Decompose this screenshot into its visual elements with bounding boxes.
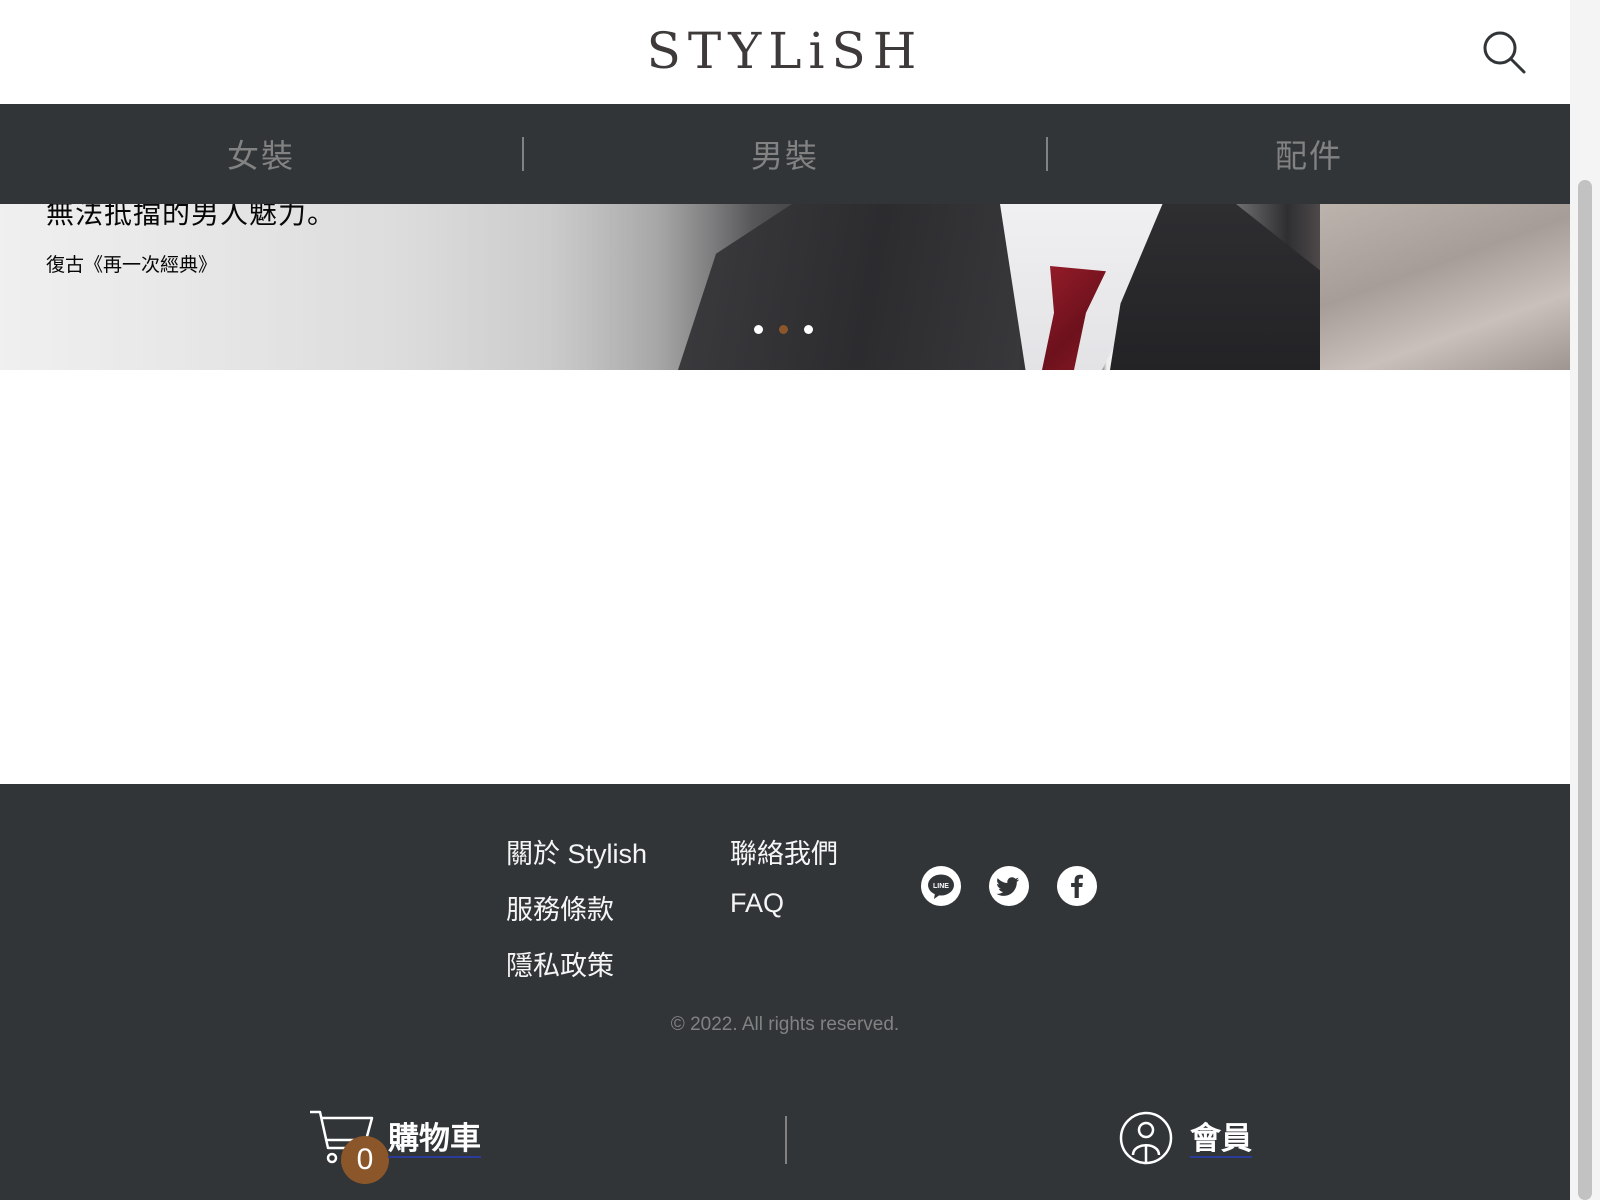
- hero-carousel[interactable]: 無法抵擋的男人魅力。 復古《再一次經典》: [0, 204, 1570, 370]
- member-icon: [1119, 1111, 1173, 1165]
- footer-link-about[interactable]: 關於 Stylish: [506, 832, 647, 871]
- cart-count-badge: 0: [341, 1136, 389, 1184]
- hero-image-wall: [1320, 204, 1570, 370]
- site-logo[interactable]: STYLiSH: [0, 22, 1570, 80]
- facebook-icon: [1071, 874, 1083, 898]
- site-header: STYLiSH: [0, 0, 1570, 104]
- cart-button[interactable]: 0 購物車: [308, 1106, 488, 1186]
- footer-link-contact[interactable]: 聯絡我們: [730, 832, 838, 871]
- category-nav: 女裝 男裝 配件: [0, 104, 1570, 204]
- search-button[interactable]: [1480, 28, 1530, 78]
- nav-item-women[interactable]: 女裝: [0, 131, 522, 177]
- copyright-text: © 2022. All rights reserved.: [670, 1014, 900, 1035]
- footer-link-terms[interactable]: 服務條款: [506, 888, 614, 927]
- line-button[interactable]: LINE: [921, 866, 961, 906]
- twitter-button[interactable]: [989, 866, 1029, 906]
- carousel-dot[interactable]: [754, 325, 763, 334]
- line-icon: LINE: [928, 874, 954, 899]
- search-icon: [1483, 31, 1526, 74]
- twitter-icon: [996, 877, 1020, 896]
- footer-link-faq[interactable]: FAQ: [730, 888, 784, 919]
- bottom-bar-divider: [785, 1116, 787, 1164]
- page-scrollbar[interactable]: [1570, 0, 1600, 1200]
- hero-title: 無法抵擋的男人魅力。: [46, 204, 337, 230]
- nav-item-accessories[interactable]: 配件: [1048, 131, 1570, 177]
- member-button[interactable]: 會員: [1118, 1110, 1278, 1170]
- scrollbar-thumb[interactable]: [1578, 180, 1592, 1200]
- facebook-button[interactable]: [1057, 866, 1097, 906]
- nav-item-men[interactable]: 男裝: [524, 131, 1046, 177]
- carousel-dots: [754, 325, 813, 334]
- svg-text:LINE: LINE: [933, 883, 949, 890]
- cart-label: 購物車: [388, 1121, 481, 1158]
- page: STYLiSH 女裝 男裝 配件 無法抵擋的男人魅力。 復古《再一次經典》 關於…: [0, 0, 1570, 1200]
- carousel-dot[interactable]: [804, 325, 813, 334]
- hero-subtitle: 復古《再一次經典》: [46, 254, 218, 276]
- carousel-dot-active[interactable]: [779, 325, 788, 334]
- member-label: 會員: [1190, 1121, 1252, 1158]
- footer-link-privacy[interactable]: 隱私政策: [506, 944, 614, 983]
